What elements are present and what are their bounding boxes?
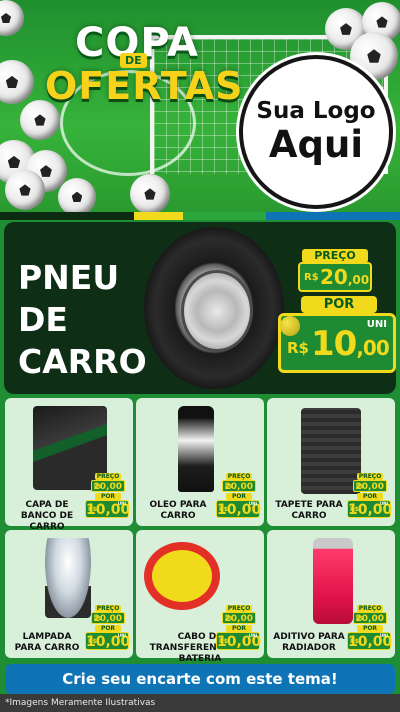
product-card: TAPETE PARA CARRO PREÇO R$ 20,00 POR R$ UN… <box>267 398 395 526</box>
product-card: OLEO PARA CARRO PREÇO R$ 20,00 POR R$ UNI 1… <box>136 398 264 526</box>
old-price: R$ 20,00 <box>353 480 387 492</box>
featured-preco-label: PREÇO <box>302 249 368 263</box>
stripe-green <box>183 212 266 220</box>
currency-symbol: R$ <box>219 506 228 513</box>
product-card: ADITIVO PARA RADIADOR PREÇO R$ 20,00 POR … <box>267 530 395 658</box>
tire-rim <box>181 270 253 352</box>
product-name: TAPETE PARA CARRO <box>275 500 343 521</box>
new-price: R$ UNI 10,00 <box>347 500 392 518</box>
soccer-ball-icon <box>5 170 45 210</box>
currency-symbol: R$ <box>88 638 97 645</box>
featured-por-label: POR <box>301 296 377 313</box>
new-price: R$ UNI 10,00 <box>216 632 261 650</box>
currency-symbol: R$ <box>356 484 364 490</box>
old-price-dec: ,00 <box>347 273 370 287</box>
product-card: CABO DE TRANSFERENCIA DE BATERIA PREÇO R… <box>136 530 264 664</box>
preco-label: PREÇO <box>357 605 383 612</box>
featured-name-line: PNEU <box>18 258 120 297</box>
preco-label: PREÇO <box>95 473 121 480</box>
old-price: R$ 20,00 <box>353 612 387 624</box>
store-logo-placeholder: Sua Logo Aqui <box>239 55 393 209</box>
currency-symbol: R$ <box>356 616 364 622</box>
old-price: R$ 20,00 <box>91 612 125 624</box>
new-price: R$ UNI 10,00 <box>216 500 261 518</box>
new-price-int: 10 <box>311 324 357 364</box>
currency-symbol: R$ <box>88 506 97 513</box>
preco-label: PREÇO <box>226 473 252 480</box>
soccer-ball-icon <box>280 316 300 336</box>
currency-symbol: R$ <box>225 616 233 622</box>
featured-old-price: R$ 20,00 <box>298 262 372 292</box>
new-price: R$ UNI 10,00 <box>347 632 392 650</box>
featured-product-name: PNEU DE CARRO <box>18 257 147 383</box>
unit-label: UNI <box>379 633 388 638</box>
disclaimer-text: *Imagens Meramente Ilustrativas <box>5 698 156 708</box>
new-price: R$ UNI 10,00 <box>85 500 130 518</box>
currency-symbol: R$ <box>287 339 309 357</box>
currency-symbol: R$ <box>304 272 319 283</box>
header-banner: COPA DE OFERTAS Sua Logo Aqui <box>0 0 400 212</box>
unit-label: UNI <box>379 501 388 506</box>
oil-bottle-image <box>178 406 214 492</box>
currency-symbol: R$ <box>225 484 233 490</box>
logo-text-line2: Aqui <box>268 123 364 166</box>
jumper-cables-image <box>144 542 220 610</box>
stripe-yellow <box>134 212 183 220</box>
unit-label: UNI <box>117 501 126 506</box>
unit-label: UNI <box>248 501 257 506</box>
stripe-blue <box>266 212 400 220</box>
currency-symbol: R$ <box>94 484 102 490</box>
product-name: CAPA DE BANCO DE CARRO <box>20 500 74 532</box>
currency-symbol: R$ <box>350 638 359 645</box>
unit-label: UNI <box>117 633 126 638</box>
old-price: R$ 20,00 <box>91 480 125 492</box>
floor-mat-image <box>301 408 361 494</box>
featured-name-line: DE <box>18 300 68 339</box>
old-price: R$ 20,00 <box>222 480 256 492</box>
soccer-ball-icon <box>58 178 96 212</box>
new-price-dec: ,00 <box>356 336 389 360</box>
product-card: CAPA DE BANCO DE CARRO PREÇO R$ 20,00 POR… <box>5 398 133 532</box>
logo-text-line1: Sua Logo <box>256 98 376 124</box>
new-price: R$ UNI 10,00 <box>85 632 130 650</box>
product-name: LAMPADA PARA CARRO <box>14 632 80 653</box>
copa-de-ofertas-logo: COPA DE OFERTAS <box>45 20 243 110</box>
old-price: R$ 20,00 <box>222 612 256 624</box>
radiator-additive-bottle-image <box>313 538 353 624</box>
headlight-bulb-image <box>45 538 91 618</box>
new-price-value: 10,00 <box>311 324 390 364</box>
title-ofertas: OFERTAS <box>45 64 244 108</box>
soccer-ball-icon <box>130 174 170 212</box>
soccer-ball-icon <box>0 60 34 104</box>
old-price-int: 20 <box>320 265 348 289</box>
old-price-value: 20,00 <box>320 265 369 289</box>
preco-label: PREÇO <box>226 605 252 612</box>
product-card: LAMPADA PARA CARRO PREÇO R$ 20,00 POR R$ U… <box>5 530 133 658</box>
soccer-ball-icon <box>0 0 24 36</box>
unit-label: UNI <box>248 633 257 638</box>
create-flyer-button[interactable]: Crie seu encarte com este tema! <box>5 664 395 694</box>
currency-symbol: R$ <box>94 616 102 622</box>
preco-label: PREÇO <box>95 605 121 612</box>
preco-label: PREÇO <box>357 473 383 480</box>
product-name: ADITIVO PARA RADIADOR <box>273 632 345 653</box>
product-name: OLEO PARA CARRO <box>149 500 207 521</box>
featured-name-line: CARRO <box>18 342 147 381</box>
currency-symbol: R$ <box>219 638 228 645</box>
currency-symbol: R$ <box>350 506 359 513</box>
